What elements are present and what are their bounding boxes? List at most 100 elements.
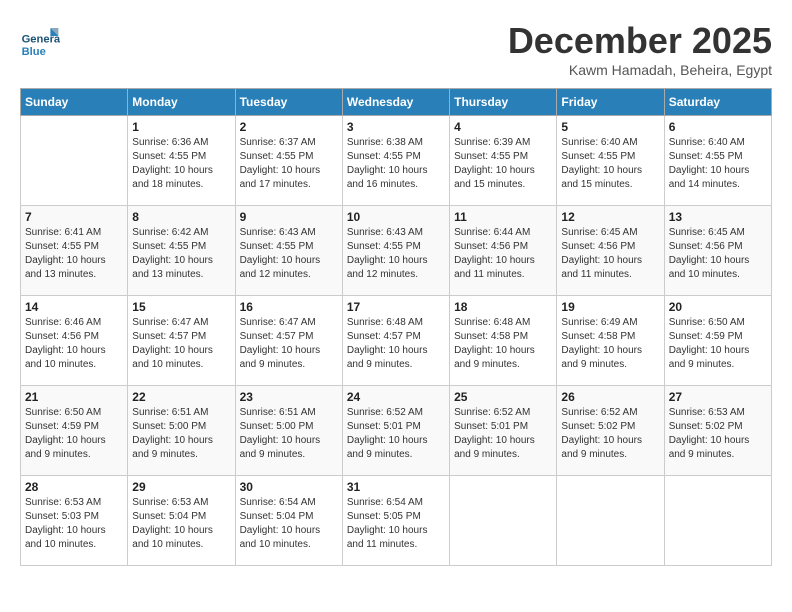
header: General Blue December 2025 Kawm Hamadah,… <box>20 20 772 78</box>
day-info: Sunrise: 6:52 AMSunset: 5:02 PMDaylight:… <box>561 406 659 462</box>
day-info: Sunrise: 6:36 AMSunset: 4:55 PMDaylight:… <box>132 136 230 192</box>
calendar-header-row: Sunday Monday Tuesday Wednesday Thursday… <box>21 89 772 116</box>
day-number: 15 <box>132 300 230 314</box>
table-row: 6 Sunrise: 6:40 AMSunset: 4:55 PMDaylight… <box>664 116 771 206</box>
day-info: Sunrise: 6:41 AMSunset: 4:55 PMDaylight:… <box>25 226 123 282</box>
logo: General Blue <box>20 20 64 60</box>
svg-text:Blue: Blue <box>22 46 46 58</box>
day-number: 29 <box>132 480 230 494</box>
table-row: 27 Sunrise: 6:53 AMSunset: 5:02 PMDayligh… <box>664 386 771 476</box>
table-row: 8 Sunrise: 6:42 AMSunset: 4:55 PMDaylight… <box>128 206 235 296</box>
table-row: 24Sunrise: 6:52 AMSunset: 5:01 PMDayligh… <box>342 386 449 476</box>
col-friday: Friday <box>557 89 664 116</box>
table-row: 21Sunrise: 6:50 AMSunset: 4:59 PMDayligh… <box>21 386 128 476</box>
day-number: 22 <box>132 390 230 404</box>
day-info: Sunrise: 6:46 AMSunset: 4:56 PMDaylight:… <box>25 316 123 372</box>
day-number: 19 <box>561 300 659 314</box>
table-row: 1 Sunrise: 6:36 AMSunset: 4:55 PMDaylight… <box>128 116 235 206</box>
table-row: 10Sunrise: 6:43 AMSunset: 4:55 PMDayligh… <box>342 206 449 296</box>
table-row: 20 Sunrise: 6:50 AMSunset: 4:59 PMDayligh… <box>664 296 771 386</box>
table-row <box>664 476 771 566</box>
day-number: 17 <box>347 300 445 314</box>
title-section: December 2025 Kawm Hamadah, Beheira, Egy… <box>508 20 772 78</box>
day-number: 27 <box>669 390 767 404</box>
table-row: 7 Sunrise: 6:41 AMSunset: 4:55 PMDaylight… <box>21 206 128 296</box>
day-info: Sunrise: 6:53 AMSunset: 5:04 PMDaylight:… <box>132 496 230 552</box>
day-number: 31 <box>347 480 445 494</box>
col-sunday: Sunday <box>21 89 128 116</box>
day-number: 6 <box>669 120 767 134</box>
day-number: 25 <box>454 390 552 404</box>
day-number: 21 <box>25 390 123 404</box>
table-row: 28Sunrise: 6:53 AMSunset: 5:03 PMDayligh… <box>21 476 128 566</box>
calendar-week-row: 14Sunrise: 6:46 AMSunset: 4:56 PMDayligh… <box>21 296 772 386</box>
calendar-week-row: 21Sunrise: 6:50 AMSunset: 4:59 PMDayligh… <box>21 386 772 476</box>
day-number: 30 <box>240 480 338 494</box>
table-row: 19 Sunrise: 6:49 AMSunset: 4:58 PMDayligh… <box>557 296 664 386</box>
day-number: 8 <box>132 210 230 224</box>
day-info: Sunrise: 6:51 AMSunset: 5:00 PMDaylight:… <box>240 406 338 462</box>
day-info: Sunrise: 6:45 AMSunset: 4:56 PMDaylight:… <box>669 226 767 282</box>
day-info: Sunrise: 6:50 AMSunset: 4:59 PMDaylight:… <box>669 316 767 372</box>
day-number: 7 <box>25 210 123 224</box>
day-number: 18 <box>454 300 552 314</box>
day-number: 12 <box>561 210 659 224</box>
day-number: 16 <box>240 300 338 314</box>
day-number: 3 <box>347 120 445 134</box>
day-info: Sunrise: 6:45 AMSunset: 4:56 PMDaylight:… <box>561 226 659 282</box>
table-row: 17 Sunrise: 6:48 AMSunset: 4:57 PMDayligh… <box>342 296 449 386</box>
table-row: 15 Sunrise: 6:47 AMSunset: 4:57 PMDayligh… <box>128 296 235 386</box>
month-title: December 2025 <box>508 20 772 62</box>
day-number: 10 <box>347 210 445 224</box>
day-info: Sunrise: 6:42 AMSunset: 4:55 PMDaylight:… <box>132 226 230 282</box>
table-row: 2 Sunrise: 6:37 AMSunset: 4:55 PMDaylight… <box>235 116 342 206</box>
day-info: Sunrise: 6:53 AMSunset: 5:02 PMDaylight:… <box>669 406 767 462</box>
calendar-week-row: 28Sunrise: 6:53 AMSunset: 5:03 PMDayligh… <box>21 476 772 566</box>
table-row: 18Sunrise: 6:48 AMSunset: 4:58 PMDayligh… <box>450 296 557 386</box>
day-number: 20 <box>669 300 767 314</box>
day-info: Sunrise: 6:47 AMSunset: 4:57 PMDaylight:… <box>132 316 230 372</box>
day-info: Sunrise: 6:40 AMSunset: 4:55 PMDaylight:… <box>561 136 659 192</box>
day-info: Sunrise: 6:54 AMSunset: 5:05 PMDaylight:… <box>347 496 445 552</box>
table-row: 14Sunrise: 6:46 AMSunset: 4:56 PMDayligh… <box>21 296 128 386</box>
day-info: Sunrise: 6:49 AMSunset: 4:58 PMDaylight:… <box>561 316 659 372</box>
table-row: 25 Sunrise: 6:52 AMSunset: 5:01 PMDayligh… <box>450 386 557 476</box>
day-number: 11 <box>454 210 552 224</box>
day-number: 1 <box>132 120 230 134</box>
table-row: 29 Sunrise: 6:53 AMSunset: 5:04 PMDayligh… <box>128 476 235 566</box>
day-info: Sunrise: 6:51 AMSunset: 5:00 PMDaylight:… <box>132 406 230 462</box>
table-row: 16Sunrise: 6:47 AMSunset: 4:57 PMDayligh… <box>235 296 342 386</box>
day-info: Sunrise: 6:39 AMSunset: 4:55 PMDaylight:… <box>454 136 552 192</box>
col-tuesday: Tuesday <box>235 89 342 116</box>
day-number: 26 <box>561 390 659 404</box>
table-row: 5 Sunrise: 6:40 AMSunset: 4:55 PMDaylight… <box>557 116 664 206</box>
day-number: 24 <box>347 390 445 404</box>
table-row: 11Sunrise: 6:44 AMSunset: 4:56 PMDayligh… <box>450 206 557 296</box>
day-info: Sunrise: 6:48 AMSunset: 4:57 PMDaylight:… <box>347 316 445 372</box>
table-row: 12 Sunrise: 6:45 AMSunset: 4:56 PMDayligh… <box>557 206 664 296</box>
col-monday: Monday <box>128 89 235 116</box>
table-row: 13Sunrise: 6:45 AMSunset: 4:56 PMDayligh… <box>664 206 771 296</box>
table-row: 23 Sunrise: 6:51 AMSunset: 5:00 PMDayligh… <box>235 386 342 476</box>
day-info: Sunrise: 6:38 AMSunset: 4:55 PMDaylight:… <box>347 136 445 192</box>
table-row: 31 Sunrise: 6:54 AMSunset: 5:05 PMDayligh… <box>342 476 449 566</box>
day-info: Sunrise: 6:43 AMSunset: 4:55 PMDaylight:… <box>240 226 338 282</box>
table-row: 30 Sunrise: 6:54 AMSunset: 5:04 PMDayligh… <box>235 476 342 566</box>
day-number: 9 <box>240 210 338 224</box>
calendar: Sunday Monday Tuesday Wednesday Thursday… <box>20 88 772 566</box>
day-info: Sunrise: 6:54 AMSunset: 5:04 PMDaylight:… <box>240 496 338 552</box>
day-number: 2 <box>240 120 338 134</box>
table-row: 3 Sunrise: 6:38 AMSunset: 4:55 PMDaylight… <box>342 116 449 206</box>
day-info: Sunrise: 6:37 AMSunset: 4:55 PMDaylight:… <box>240 136 338 192</box>
day-number: 28 <box>25 480 123 494</box>
day-number: 23 <box>240 390 338 404</box>
location: Kawm Hamadah, Beheira, Egypt <box>508 62 772 78</box>
day-info: Sunrise: 6:40 AMSunset: 4:55 PMDaylight:… <box>669 136 767 192</box>
table-row: 9 Sunrise: 6:43 AMSunset: 4:55 PMDaylight… <box>235 206 342 296</box>
col-saturday: Saturday <box>664 89 771 116</box>
day-info: Sunrise: 6:52 AMSunset: 5:01 PMDaylight:… <box>454 406 552 462</box>
table-row: 4 Sunrise: 6:39 AMSunset: 4:55 PMDaylight… <box>450 116 557 206</box>
day-number: 4 <box>454 120 552 134</box>
day-number: 5 <box>561 120 659 134</box>
table-row <box>21 116 128 206</box>
